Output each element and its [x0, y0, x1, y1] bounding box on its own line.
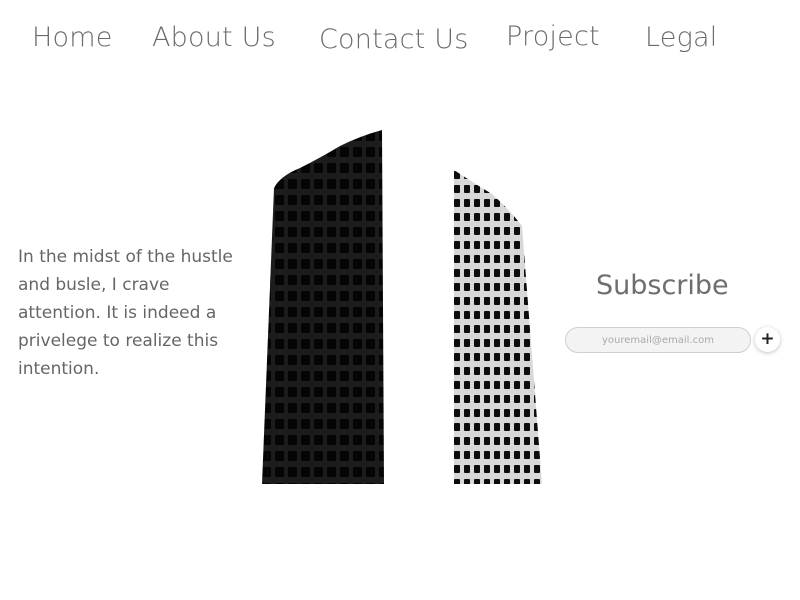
dark-tower-image — [262, 130, 384, 484]
light-tower-image — [454, 170, 542, 484]
nav-legal[interactable]: Legal — [645, 22, 717, 53]
subscribe-title: Subscribe — [596, 270, 729, 301]
nav-home[interactable]: Home — [32, 22, 113, 53]
nav-project[interactable]: Project — [506, 21, 600, 52]
nav-about-us[interactable]: About Us — [152, 22, 276, 53]
subscribe-button[interactable]: + — [755, 327, 780, 352]
plus-icon: + — [760, 329, 775, 349]
intro-text: In the midst of the hustle and busle, I … — [18, 247, 233, 379]
email-input[interactable] — [565, 327, 751, 353]
nav-contact-us[interactable]: Contact Us — [319, 24, 468, 55]
